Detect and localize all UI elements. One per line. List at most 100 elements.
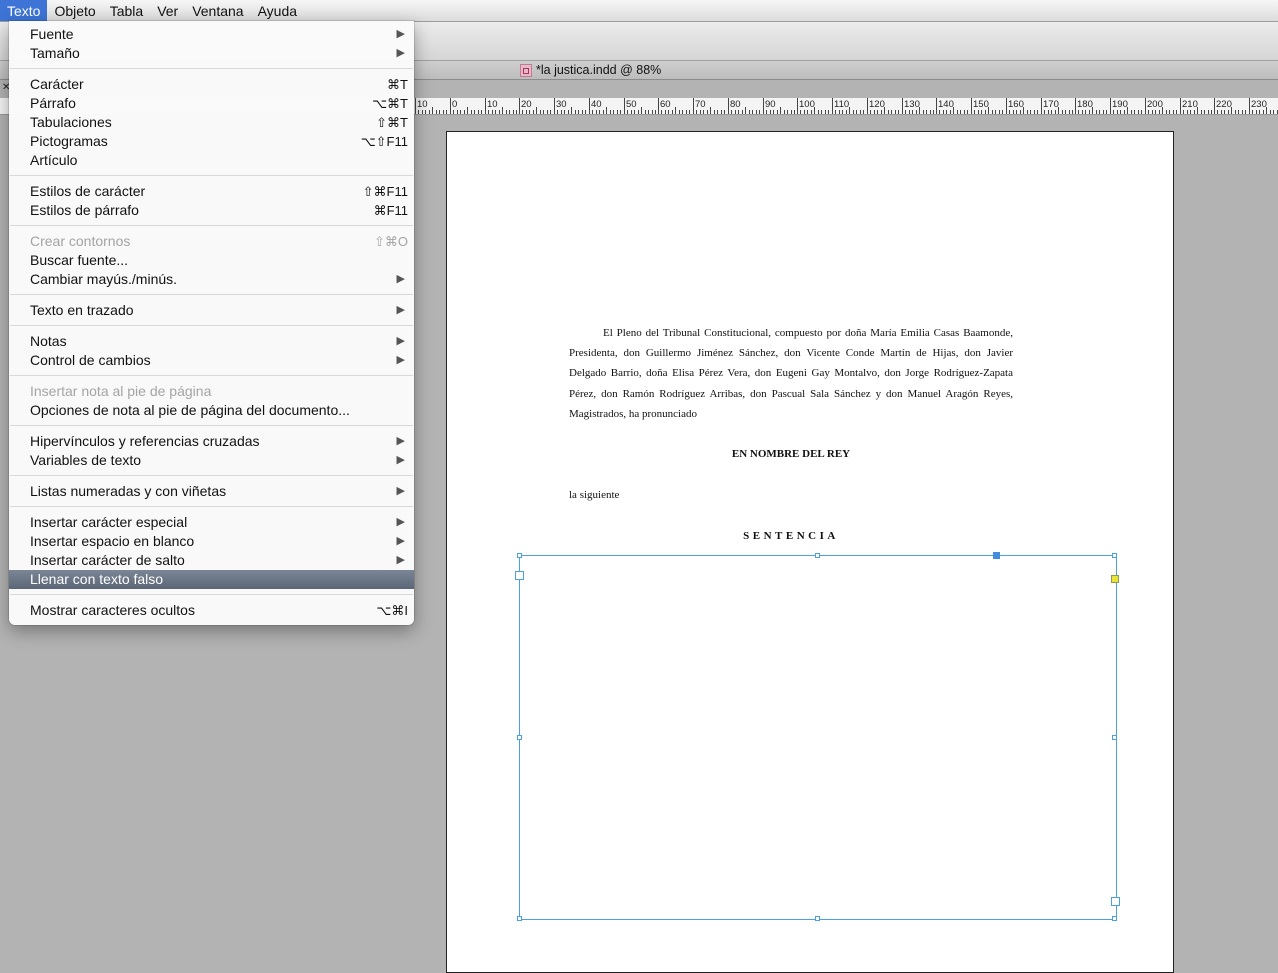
ruler-minor-tick: [1176, 110, 1177, 114]
ruler-minor-tick: [724, 110, 725, 114]
ruler-minor-tick: [536, 107, 537, 114]
ruler-tick: [1214, 98, 1215, 114]
corner-options-handle[interactable]: [1111, 575, 1119, 583]
menu-item-label: Buscar fuente...: [30, 252, 129, 268]
menu-item-insertar-caracter-especial[interactable]: Insertar carácter especial ▶: [9, 513, 414, 532]
menu-item-articulo[interactable]: Artículo: [9, 151, 414, 170]
ruler-minor-tick: [1065, 110, 1066, 114]
menu-item-estilos-de-caracter[interactable]: Estilos de carácter ⇧⌘F11: [9, 182, 414, 201]
menu-item-fuente[interactable]: Fuente ▶: [9, 25, 414, 44]
menu-item-label: Texto en trazado: [30, 302, 134, 318]
document-tab-title: *la justica.indd @ 88%: [536, 63, 662, 77]
frame-handle-bottom-right[interactable]: [1112, 916, 1117, 921]
menu-item-texto-en-trazado[interactable]: Texto en trazado ▶: [9, 301, 414, 320]
menu-item-notas[interactable]: Notas ▶: [9, 332, 414, 351]
ruler-minor-tick: [1183, 110, 1184, 114]
ruler-minor-tick: [791, 110, 792, 114]
ruler-minor-tick: [957, 110, 958, 114]
menubar-item-ayuda[interactable]: Ayuda: [251, 0, 304, 21]
menu-item-control-de-cambios[interactable]: Control de cambios ▶: [9, 351, 414, 370]
ruler-minor-tick: [1106, 110, 1107, 114]
ruler-minor-tick: [923, 110, 924, 114]
menu-item-buscar-fuente[interactable]: Buscar fuente...: [9, 251, 414, 270]
ruler-minor-tick: [464, 110, 465, 114]
frame-handle-bottom-left[interactable]: [517, 916, 522, 921]
menu-item-label: Insertar nota al pie de página: [30, 383, 212, 399]
menu-item-parrafo[interactable]: Párrafo ⌥⌘T: [9, 94, 414, 113]
ruler-minor-tick: [585, 110, 586, 114]
menu-item-mostrar-caracteres-ocultos[interactable]: Mostrar caracteres ocultos ⌥⌘I: [9, 601, 414, 620]
ruler-minor-tick: [1051, 110, 1052, 114]
ruler-label: 230: [1251, 99, 1267, 110]
ruler-minor-tick: [905, 110, 906, 114]
ruler-tick: [1006, 98, 1007, 114]
ruler-minor-tick: [610, 110, 611, 114]
ruler-minor-tick: [467, 107, 468, 114]
ruler-minor-tick: [564, 110, 565, 114]
ruler-minor-tick: [974, 110, 975, 114]
menubar-item-texto[interactable]: Texto: [0, 0, 48, 21]
ruler-minor-tick: [1208, 110, 1209, 114]
frame-out-port-bottom[interactable]: [1111, 897, 1120, 906]
menu-item-insertar-espacio-en-blanco[interactable]: Insertar espacio en blanco ▶: [9, 532, 414, 551]
frame-handle-top-right[interactable]: [1112, 553, 1117, 558]
frame-handle-top-left[interactable]: [517, 553, 522, 558]
menubar-item-objeto[interactable]: Objeto: [47, 0, 102, 21]
ruler-minor-tick: [846, 110, 847, 114]
frame-handle-bottom-center[interactable]: [815, 916, 820, 921]
menu-item-listas-numeradas-y-con-vinetas[interactable]: Listas numeradas y con viñetas ▶: [9, 482, 414, 501]
ruler-minor-tick: [506, 110, 507, 114]
frame-handle-middle-left[interactable]: [517, 735, 522, 740]
selected-text-frame[interactable]: [519, 555, 1117, 920]
frame-handle-top-center[interactable]: [815, 553, 820, 558]
ruler-minor-tick: [679, 110, 680, 114]
menu-item-variables-de-texto[interactable]: Variables de texto ▶: [9, 451, 414, 470]
menubar-item-ventana[interactable]: Ventana: [185, 0, 250, 21]
document-tab[interactable]: *la justica.indd @ 88%: [520, 61, 661, 79]
menu-item-hipervinculos-y-referencias-cruzadas[interactable]: Hipervínculos y referencias cruzadas ▶: [9, 432, 414, 451]
ruler-minor-tick: [766, 110, 767, 114]
ruler-minor-tick: [599, 110, 600, 114]
menu-item-tabulaciones[interactable]: Tabulaciones ⇧⌘T: [9, 113, 414, 132]
menubar-item-tabla[interactable]: Tabla: [103, 0, 150, 21]
frame-in-port[interactable]: [515, 571, 524, 580]
ruler-minor-tick: [547, 110, 548, 114]
ruler-minor-tick: [909, 110, 910, 114]
submenu-arrow-icon: ▶: [396, 554, 405, 566]
ruler-label: 160: [1008, 99, 1024, 110]
ruler-minor-tick: [1221, 110, 1222, 114]
ruler-label: 10: [417, 99, 428, 110]
menu-item-shortcut: ⌥⇧F11: [360, 134, 408, 149]
menu-item-label: Insertar carácter de salto: [30, 552, 185, 568]
menu-item-llenar-con-texto-falso[interactable]: Llenar con texto falso: [9, 570, 414, 589]
submenu-arrow-icon: ▶: [396, 28, 405, 40]
menu-item-caracter[interactable]: Carácter ⌘T: [9, 75, 414, 94]
ruler-minor-tick: [627, 110, 628, 114]
ruler-minor-tick: [835, 110, 836, 114]
ruler-minor-tick: [1152, 110, 1153, 114]
frame-handle-middle-right[interactable]: [1112, 735, 1117, 740]
ruler-minor-tick: [631, 110, 632, 114]
menu-item-opciones-de-nota-al-pie-de-pagina-del-documento[interactable]: Opciones de nota al pie de página del do…: [9, 401, 414, 420]
ruler-tick: [1110, 98, 1111, 114]
ruler-minor-tick: [425, 110, 426, 114]
menubar-item-ver[interactable]: Ver: [150, 0, 185, 21]
menu-item-insertar-caracter-de-salto[interactable]: Insertar carácter de salto ▶: [9, 551, 414, 570]
ruler-minor-tick: [578, 110, 579, 114]
ruler-minor-tick: [735, 110, 736, 114]
body-paragraph: El Pleno del Tribunal Constitucional, co…: [569, 327, 1013, 420]
menu-item-tamano[interactable]: Tamaño ▶: [9, 44, 414, 63]
ruler-minor-tick: [488, 110, 489, 114]
menu-item-pictogramas[interactable]: Pictogramas ⌥⇧F11: [9, 132, 414, 151]
ruler-minor-tick: [842, 110, 843, 114]
ruler-minor-tick: [1166, 110, 1167, 114]
menu-item-estilos-de-parrafo[interactable]: Estilos de párrafo ⌘F11: [9, 201, 414, 220]
menu-item-label: Carácter: [30, 76, 84, 92]
frame-out-port[interactable]: [993, 552, 1000, 559]
ruler-minor-tick: [825, 110, 826, 114]
ruler-minor-tick: [1055, 110, 1056, 114]
menu-item-label: Párrafo: [30, 95, 76, 111]
menu-item-cambiar-mayus-minus[interactable]: Cambiar mayús./minús. ▶: [9, 270, 414, 289]
ruler-label: 120: [869, 99, 885, 110]
menu-item-label: Cambiar mayús./minús.: [30, 271, 178, 287]
